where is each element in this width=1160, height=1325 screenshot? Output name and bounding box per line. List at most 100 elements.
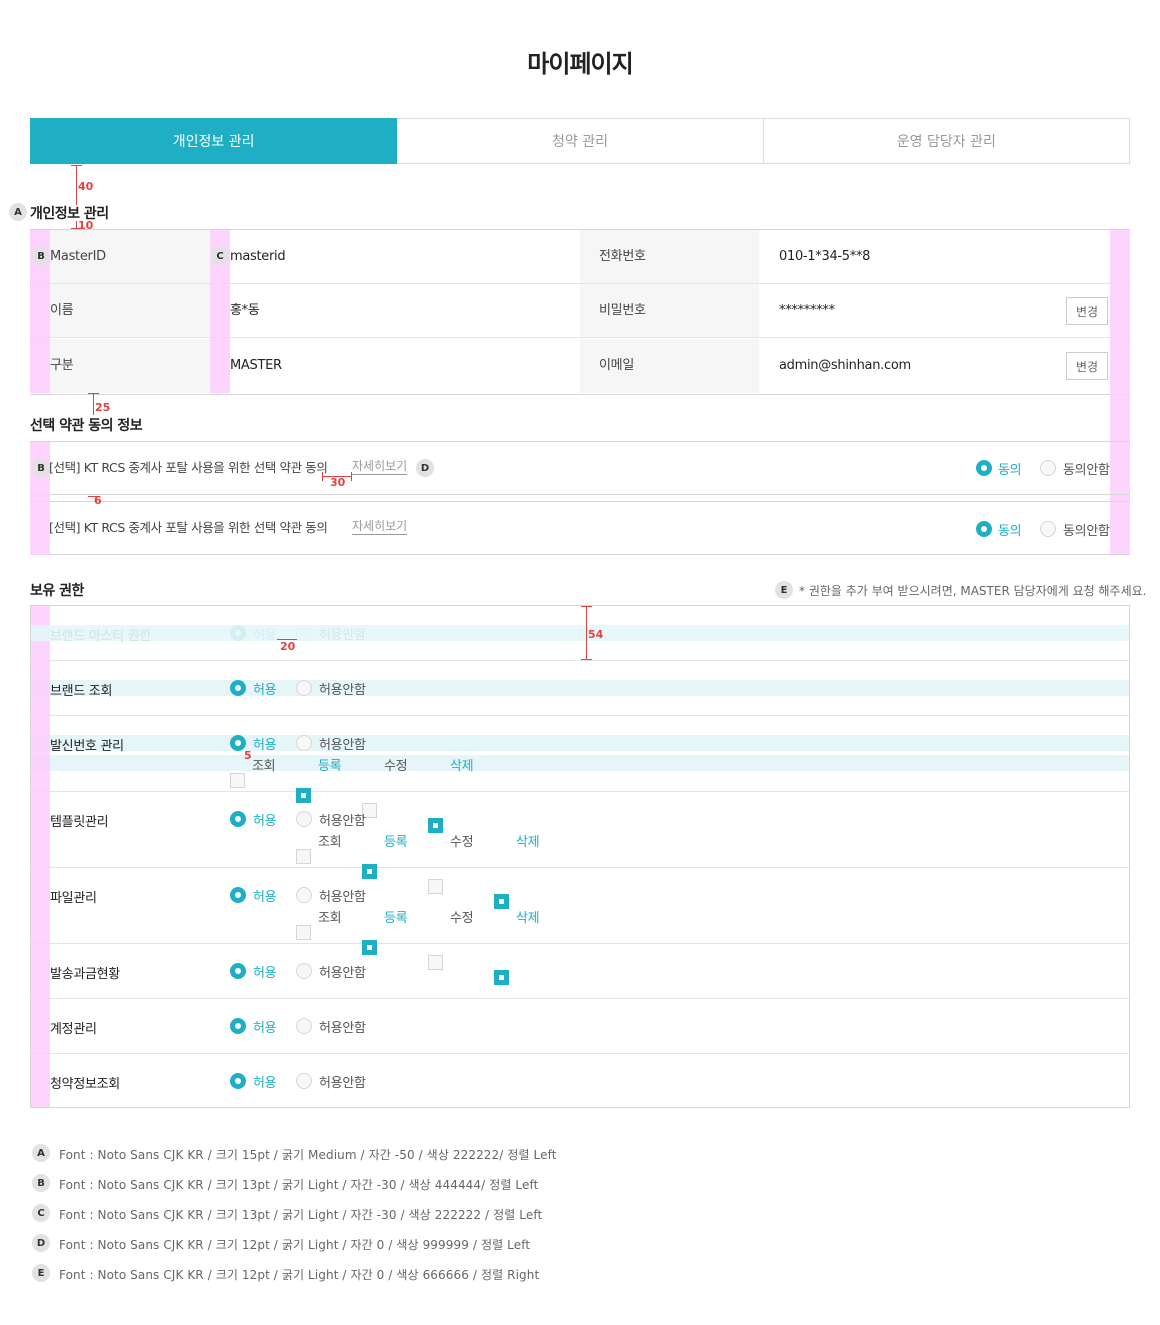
guide-band: [31, 625, 1129, 641]
deny-radio[interactable]: [296, 811, 312, 827]
value-type: MASTER: [230, 358, 282, 373]
permission-row: 템플릿관리 허용 허용안함 조회 등록 수정 삭제: [31, 792, 1129, 909]
agree-radio[interactable]: [976, 460, 992, 476]
deny-label: 허용안함: [319, 1076, 366, 1091]
guide-label-40: 40: [78, 180, 94, 193]
deny-radio[interactable]: [296, 735, 312, 751]
allow-radio[interactable]: [230, 1073, 246, 1089]
deny-radio[interactable]: [296, 887, 312, 903]
edit-label: 수정: [450, 835, 474, 850]
spec-text: Font : Noto Sans CJK KR / 크기 12pt / 굵기 L…: [59, 1268, 540, 1282]
edit-label: 수정: [384, 759, 408, 774]
section-title-personal: 개인정보 관리: [30, 206, 109, 222]
guide-label-54: 54: [588, 628, 604, 641]
personal-info-table: MasterID masterid 전화번호 010-1*34-5**8 이름 …: [30, 229, 1130, 395]
marker-d: D: [416, 459, 434, 477]
agree-label: 동의: [998, 463, 1022, 478]
allow-radio[interactable]: [230, 1018, 246, 1034]
register-label: 등록: [318, 759, 342, 774]
guide-line-40: [76, 165, 77, 205]
view-label: 조회: [252, 759, 276, 774]
label-phone: 전화번호: [599, 249, 646, 264]
spec-marker: D: [32, 1234, 50, 1252]
consent-row: [선택] KT RCS 중계사 포탈 사용을 위한 선택 약관 동의 자세히보기…: [30, 441, 1130, 495]
marker-a: A: [9, 203, 27, 221]
label-email: 이메일: [599, 358, 634, 373]
tab-subscription[interactable]: 청약 관리: [397, 118, 764, 164]
guide-cap: [351, 472, 352, 481]
label-password: 비밀번호: [599, 303, 646, 318]
spec-marker: C: [32, 1204, 50, 1222]
permissions-table: 브랜드 마스터 권한허용허용안함브랜드 조회허용허용안함발신번호 관리허용허용안…: [30, 605, 1130, 1108]
guide-cap: [581, 659, 592, 660]
detail-link[interactable]: 자세히보기: [352, 519, 408, 535]
label-masterid: MasterID: [50, 249, 106, 264]
permission-name: 발신번호 관리: [50, 739, 124, 754]
allow-label: 허용: [253, 738, 277, 753]
deny-radio[interactable]: [296, 1018, 312, 1034]
detail-link[interactable]: 자세히보기: [352, 459, 408, 475]
permission-row: 발신번호 관리 허용 허용안함 조회 등록 수정 삭제: [31, 716, 1129, 833]
permission-name: 브랜드 조회: [50, 684, 113, 699]
allow-radio[interactable]: [230, 811, 246, 827]
value-email: admin@shinhan.com: [779, 358, 911, 373]
view-label: 조회: [318, 911, 342, 926]
allow-radio[interactable]: [230, 963, 246, 979]
deny-radio[interactable]: [296, 963, 312, 979]
permission-row: 청약정보조회 허용 허용안함: [31, 1054, 1129, 1109]
view-checkbox[interactable]: [296, 925, 311, 940]
allow-radio[interactable]: [230, 887, 246, 903]
permission-row: 파일관리 허용 허용안함 조회 등록 수정 삭제: [31, 868, 1129, 985]
permission-row: 계정관리 허용 허용안함: [31, 999, 1129, 1054]
label-name: 이름: [50, 303, 74, 318]
change-email-button[interactable]: 변경: [1066, 352, 1108, 380]
tab-bar: 개인정보 관리 청약 관리 운영 담당자 관리: [30, 118, 1130, 164]
register-label: 등록: [384, 835, 408, 850]
value-password: *********: [779, 303, 835, 318]
label-type: 구분: [50, 358, 74, 373]
disagree-radio[interactable]: [1040, 521, 1056, 537]
disagree-label: 동의안함: [1063, 463, 1110, 478]
value-name: 홍*동: [230, 303, 260, 318]
guide-line-25: [93, 393, 94, 415]
agree-radio[interactable]: [976, 521, 992, 537]
guide-cap: [88, 393, 99, 394]
permission-name: 청약정보조회: [50, 1077, 120, 1092]
view-checkbox[interactable]: [230, 773, 245, 788]
allow-radio[interactable]: [230, 680, 246, 696]
permission-name: 템플릿관리: [50, 815, 109, 830]
tab-operator[interactable]: 운영 담당자 관리: [763, 118, 1130, 164]
view-label: 조회: [318, 835, 342, 850]
section-title-permissions: 보유 권한: [30, 583, 84, 599]
delete-label: 삭제: [450, 759, 474, 774]
marker-c: C: [211, 247, 229, 265]
permission-row: 브랜드 조회 허용 허용안함: [31, 661, 1129, 716]
edit-label: 수정: [450, 911, 474, 926]
permission-name: 계정관리: [50, 1022, 97, 1037]
deny-label: 허용안함: [319, 966, 366, 981]
delete-label: 삭제: [516, 911, 540, 926]
deny-label: 허용안함: [319, 683, 366, 698]
spec-marker: A: [32, 1144, 50, 1162]
guide-line-54: [586, 606, 587, 660]
deny-radio[interactable]: [296, 1073, 312, 1089]
disagree-radio[interactable]: [1040, 460, 1056, 476]
deny-radio[interactable]: [296, 680, 312, 696]
guide-label-5: 5: [244, 749, 252, 762]
allow-label: 허용: [253, 966, 277, 981]
change-password-button[interactable]: 변경: [1066, 297, 1108, 325]
allow-label: 허용: [253, 1021, 277, 1036]
deny-label: 허용안함: [319, 1021, 366, 1036]
allow-label: 허용: [253, 1076, 277, 1091]
guide-label-25: 25: [95, 401, 111, 414]
value-phone: 010-1*34-5**8: [779, 249, 871, 264]
consent-row: [선택] KT RCS 중계사 포탈 사용을 위한 선택 약관 동의 자세히보기…: [30, 501, 1130, 555]
guide-label-20: 20: [280, 640, 296, 653]
disagree-label: 동의안함: [1063, 524, 1110, 539]
tab-personal-info[interactable]: 개인정보 관리: [30, 118, 398, 164]
spec-marker: B: [32, 1174, 50, 1192]
info-row: 구분 MASTER 이메일 admin@shinhan.com 변경: [30, 339, 1130, 393]
view-checkbox[interactable]: [296, 849, 311, 864]
page-title: 마이페이지: [527, 50, 633, 78]
guide-band: [31, 735, 1129, 751]
